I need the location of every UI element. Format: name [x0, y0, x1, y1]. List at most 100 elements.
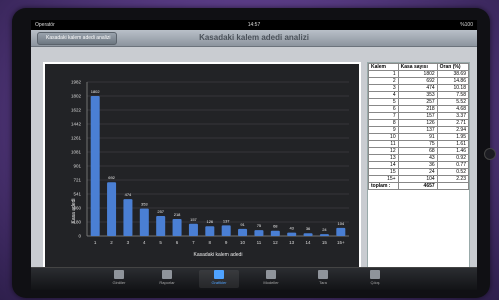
bar-chart-panel: 0 180 360 541 721 901 1081 1261 1442 1622 1802 1982… [43, 62, 361, 271]
y-tick-label: 1802 [71, 94, 82, 99]
table-cell-kasa: 137 [397, 126, 438, 134]
x-tick-label: 15+ [337, 240, 345, 245]
page-title: Kasadaki kalem adedi analizi [199, 33, 309, 42]
tab-label: Grafikler [211, 280, 227, 285]
x-tick-label: 5 [159, 240, 162, 245]
x-tick-label: 3 [127, 240, 130, 245]
bar [221, 225, 231, 236]
tab-label: Girdiler [112, 280, 126, 285]
status-bar: Operatör 14:57 %100 [31, 20, 477, 30]
table-row: 12 68 1.46 [368, 147, 470, 155]
table-cell-oran: 3.37 [436, 112, 470, 120]
tab-girdiler[interactable]: Girdiler [99, 270, 139, 285]
bar [107, 182, 117, 236]
x-tick-label: 15 [322, 240, 328, 245]
table-cell-kalem: 13 [368, 154, 399, 162]
x-tick-label: 11 [257, 240, 262, 245]
table-cell-kasa: 474 [397, 84, 438, 92]
x-tick-label: 4 [143, 240, 146, 245]
table-cell-oran: 0.92 [436, 154, 470, 162]
table-cell-oran: 0.77 [436, 161, 470, 169]
table-cell-oran: 2.71 [436, 119, 470, 127]
table-cell-oran: 1.95 [436, 133, 470, 141]
table-row: 10 91 1.95 [368, 133, 470, 141]
bar-chart: 0180360541721901108112611442162218021982… [71, 80, 349, 258]
tab-çıkış[interactable]: Çıkış [355, 270, 395, 285]
table-row: 15 24 0.52 [368, 168, 470, 176]
table-cell-oran: 1.46 [436, 147, 470, 155]
table-cell-kalem: 10 [368, 133, 399, 141]
table-cell-kalem: 12 [368, 147, 399, 155]
bar-value-label: 75 [257, 223, 262, 228]
col-header-kasa: Kasa sayısı [397, 63, 438, 71]
table-cell-kasa: 218 [397, 105, 438, 113]
x-tick-label: 6 [176, 240, 179, 245]
table-cell-kalem: 11 [368, 140, 399, 148]
bar [90, 95, 100, 236]
table-cell-oran: 5.52 [436, 98, 470, 106]
table-cell-kasa: 43 [397, 154, 438, 162]
table-cell-kasa: 692 [397, 77, 438, 85]
table-cell-oran: 2.94 [436, 126, 470, 134]
report-icon [162, 270, 172, 279]
table-cell-kasa: 75 [397, 140, 438, 148]
doc-icon [114, 270, 124, 279]
table-cell-kasa: 1802 [397, 70, 438, 78]
table-cell-kasa: 126 [397, 119, 438, 127]
table-row: 14 36 0.77 [368, 161, 470, 169]
tab-raporlar[interactable]: Raporlar [147, 270, 187, 285]
tab-tara[interactable]: Tara [303, 270, 343, 285]
table-cell-kalem: 8 [368, 119, 399, 127]
battery-label: %100 [460, 22, 473, 28]
tab-bar: Girdiler Raporlar Grafikler Modeller Tara Çık… [31, 267, 477, 290]
bar-value-label: 157 [190, 217, 197, 222]
exit-icon [370, 270, 380, 279]
table-cell-kalem: 14 [368, 161, 399, 169]
bar [156, 216, 166, 236]
y-tick-label: 721 [73, 178, 81, 183]
chart-icon [214, 270, 224, 279]
x-tick-label: 14 [306, 240, 312, 245]
table-cell-kalem: 6 [368, 105, 399, 113]
bar-value-label: 68 [273, 224, 278, 229]
table-row: 7 157 3.37 [368, 112, 470, 120]
y-tick-label: 1442 [71, 122, 82, 127]
tab-grafikler[interactable]: Grafikler [199, 270, 239, 288]
tab-label: Raporlar [159, 280, 175, 285]
col-header-oran: Oran (%) [436, 63, 470, 71]
table-cell-oran: 10.18 [436, 84, 470, 92]
table-cell-kalem: 3 [368, 84, 399, 92]
y-tick-label: 1622 [71, 108, 82, 113]
bar [303, 233, 313, 236]
table-row: 1 1802 38.69 [368, 70, 470, 78]
y-tick-label: 1982 [71, 80, 82, 85]
table-header-row: Kalem Kasa sayısı Oran (%) [368, 63, 470, 71]
tab-modeller[interactable]: Modeller [251, 270, 291, 285]
table-cell-kasa: 24 [397, 168, 438, 176]
x-tick-label: 9 [225, 240, 228, 245]
bar-value-label: 692 [108, 175, 115, 180]
bar-value-label: 36 [306, 226, 311, 231]
bar [238, 228, 248, 236]
table-row: 6 218 4.68 [368, 105, 470, 113]
table-cell-oran: 7.58 [436, 91, 470, 99]
scan-icon [318, 270, 328, 279]
x-tick-label: 13 [289, 240, 295, 245]
table-cell-kalem: 2 [368, 77, 399, 85]
table-cell-oran: 1.61 [436, 140, 470, 148]
table-cell-oran: 14.86 [436, 77, 470, 85]
bar-value-label: 104 [337, 221, 344, 226]
bar [336, 227, 346, 236]
table-cell-kalem: 4 [368, 91, 399, 99]
y-tick-label: 901 [73, 164, 81, 169]
bar-value-label: 474 [125, 192, 132, 197]
tab-label: Modeller [263, 280, 279, 285]
bar-value-label: 353 [141, 202, 148, 207]
table-row: 5 257 5.52 [368, 98, 470, 106]
home-button[interactable] [484, 148, 496, 160]
clock-label: 14:57 [247, 22, 261, 28]
bar-value-label: 218 [174, 212, 181, 217]
data-table-panel: Kalem Kasa sayısı Oran (%) 1 1802 38.69 2 69… [367, 62, 470, 271]
bar-value-label: 91 [240, 222, 245, 227]
bar [270, 230, 280, 236]
